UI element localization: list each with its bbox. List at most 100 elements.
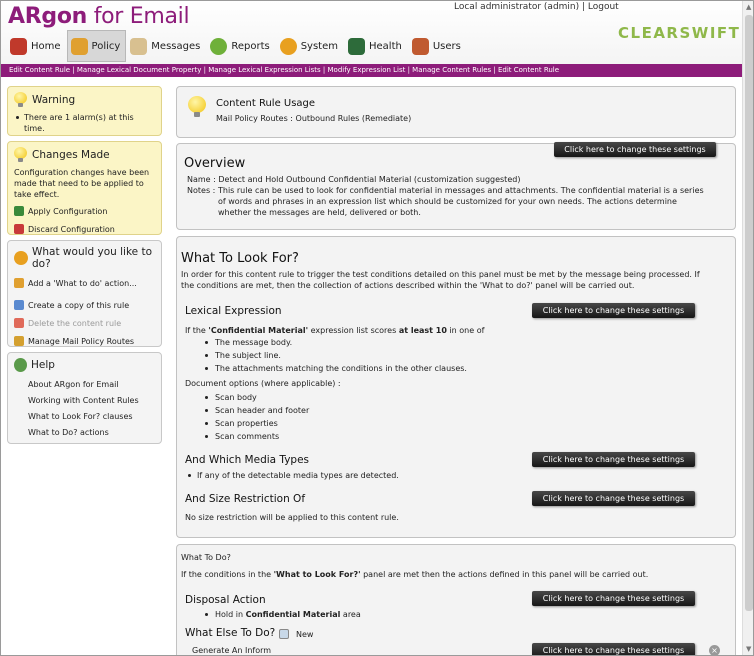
overview-change-button[interactable]: Click here to change these settings	[554, 142, 716, 157]
help-link[interactable]: About ARgon for Email	[14, 376, 155, 392]
disposal-title: Disposal Action	[185, 594, 266, 606]
disposal-change-button[interactable]: Click here to change these settings	[532, 591, 695, 606]
overview-notes-label: Notes :	[187, 186, 216, 195]
header: ARgon for Email Local administrator (adm…	[1, 1, 753, 64]
size-title: And Size Restriction Of	[185, 493, 306, 505]
media-change-button[interactable]: Click here to change these settings	[532, 452, 695, 467]
nav-messages[interactable]: Messages	[126, 30, 206, 62]
look-for-title: What To Look For?	[181, 251, 299, 266]
nav-policy-label: Policy	[91, 40, 121, 52]
remove-icon[interactable]: ×	[709, 645, 720, 655]
rule-name: Detect and Hold Outbound Confidential Ma…	[218, 175, 521, 184]
list-item: The subject line.	[185, 349, 585, 362]
help-link[interactable]: Working with Content Rules	[14, 392, 155, 408]
delete-rule-link: Delete the content rule	[14, 314, 155, 332]
look-for-intro: In order for this content rule to trigge…	[181, 270, 700, 290]
help-link[interactable]: What to Do? actions	[14, 424, 155, 440]
policy-icon	[70, 37, 88, 55]
list-item: Scan header and footer	[185, 404, 485, 417]
copy-rule-link[interactable]: Create a copy of this rule	[14, 296, 155, 314]
discard-configuration-link[interactable]: Discard Configuration	[14, 220, 155, 238]
changes-title: Changes Made	[32, 149, 110, 161]
media-title: And Which Media Types	[185, 454, 310, 466]
apply-configuration-link[interactable]: Apply Configuration	[14, 202, 155, 220]
actions-box: What would you like to do? Add a 'What t…	[7, 240, 162, 347]
lexical-change-button[interactable]: Click here to change these settings	[532, 303, 695, 318]
logo-brand: ARgon	[8, 4, 87, 29]
nav-home[interactable]: Home	[6, 30, 67, 62]
users-icon	[411, 37, 429, 55]
usage-routes[interactable]: Mail Policy Routes : Outbound Rules (Rem…	[216, 114, 411, 123]
health-icon	[348, 37, 365, 55]
usage-panel: Content Rule Usage Mail Policy Routes : …	[176, 86, 736, 138]
actions-title: What would you like to do?	[32, 246, 153, 270]
nav-home-label: Home	[31, 40, 61, 52]
list-item: The attachments matching the conditions …	[185, 362, 585, 375]
list-item: Scan body	[185, 391, 485, 404]
scroll-up-icon[interactable]: ▲	[746, 3, 751, 11]
usage-title: Content Rule Usage	[216, 98, 316, 109]
overview-panel: Overview Click here to change these sett…	[176, 142, 736, 230]
breadcrumb[interactable]: Edit Content Rule | Manage Lexical Docum…	[1, 64, 753, 77]
wizard-icon	[14, 251, 28, 265]
usage-bulb-icon	[188, 96, 206, 118]
size-text: No size restriction will be applied to t…	[185, 513, 399, 522]
nav-users[interactable]: Users	[408, 30, 467, 62]
messages-icon	[130, 37, 148, 55]
nav-reports[interactable]: Reports	[206, 30, 275, 62]
manage-routes-link[interactable]: Manage Mail Policy Routes	[14, 332, 155, 350]
list-item: The message body.	[185, 336, 585, 349]
lexical-rule: If the 'Confidential Material' expressio…	[185, 326, 485, 335]
lexical-list: The message body. The subject line. The …	[185, 336, 585, 375]
reports-icon	[210, 37, 228, 55]
nav-messages-label: Messages	[151, 40, 201, 52]
nav-system-label: System	[300, 40, 338, 52]
scroll-down-icon[interactable]: ▼	[746, 645, 751, 653]
system-icon	[279, 37, 297, 55]
changes-text: Configuration changes have been made tha…	[14, 168, 150, 199]
warning-bulb-icon	[14, 92, 27, 108]
media-text: If any of the detectable media types are…	[185, 470, 399, 481]
help-title: Help	[31, 359, 55, 371]
changes-bulb-icon	[14, 147, 27, 163]
routes-icon	[14, 336, 24, 346]
list-item: Scan properties	[185, 417, 485, 430]
warning-title: Warning	[32, 94, 76, 106]
scrollbar-thumb[interactable]	[745, 15, 753, 611]
nav-health[interactable]: Health	[344, 30, 408, 62]
vendor-logo: CLEARSWIFT	[618, 24, 741, 42]
new-icon	[279, 629, 289, 639]
inform-label: Generate An Inform	[192, 646, 272, 655]
look-for-panel: What To Look For? In order for this cont…	[176, 236, 736, 538]
else-title: What Else To Do?	[185, 627, 276, 639]
user-bar[interactable]: Local administrator (admin) | Logout	[454, 2, 619, 12]
add-action-icon	[14, 278, 24, 288]
app-logo[interactable]: ARgon for Email	[8, 4, 190, 29]
new-action-link[interactable]: New	[279, 629, 313, 639]
nav-reports-label: Reports	[231, 40, 270, 52]
what-to-do-panel: What To Do? If the conditions in the 'Wh…	[176, 544, 736, 655]
app-window: ARgon for Email Local administrator (adm…	[0, 0, 754, 656]
delete-icon	[14, 318, 24, 328]
add-action-link[interactable]: Add a 'What to do' action...	[14, 274, 155, 292]
what-to-do-label: What To Do?	[181, 553, 231, 562]
nav-health-label: Health	[369, 40, 402, 52]
main-nav: Home Policy Messages Reports System Heal…	[6, 30, 467, 63]
name-label: Name :	[187, 175, 216, 184]
logo-suffix: for Email	[93, 4, 190, 29]
what-to-do-intro: If the conditions in the 'What to Look F…	[181, 570, 649, 579]
disposal-text: Hold in Confidential Material area	[185, 608, 361, 621]
warning-text[interactable]: There are 1 alarm(s) at this time.	[14, 112, 155, 134]
size-change-button[interactable]: Click here to change these settings	[532, 491, 695, 506]
warning-box: Warning There are 1 alarm(s) at this tim…	[7, 86, 162, 136]
overview-title: Overview	[184, 156, 246, 171]
help-icon	[14, 358, 27, 372]
doc-options-label: Document options (where applicable) :	[185, 379, 341, 388]
list-item: Scan comments	[185, 430, 485, 443]
inform-change-button[interactable]: Click here to change these settings	[532, 643, 695, 655]
help-link[interactable]: What to Look For? clauses	[14, 408, 155, 424]
nav-system[interactable]: System	[276, 30, 344, 62]
scrollbar[interactable]: ▲ ▼	[742, 1, 753, 655]
copy-icon	[14, 300, 24, 310]
nav-policy[interactable]: Policy	[66, 30, 127, 62]
